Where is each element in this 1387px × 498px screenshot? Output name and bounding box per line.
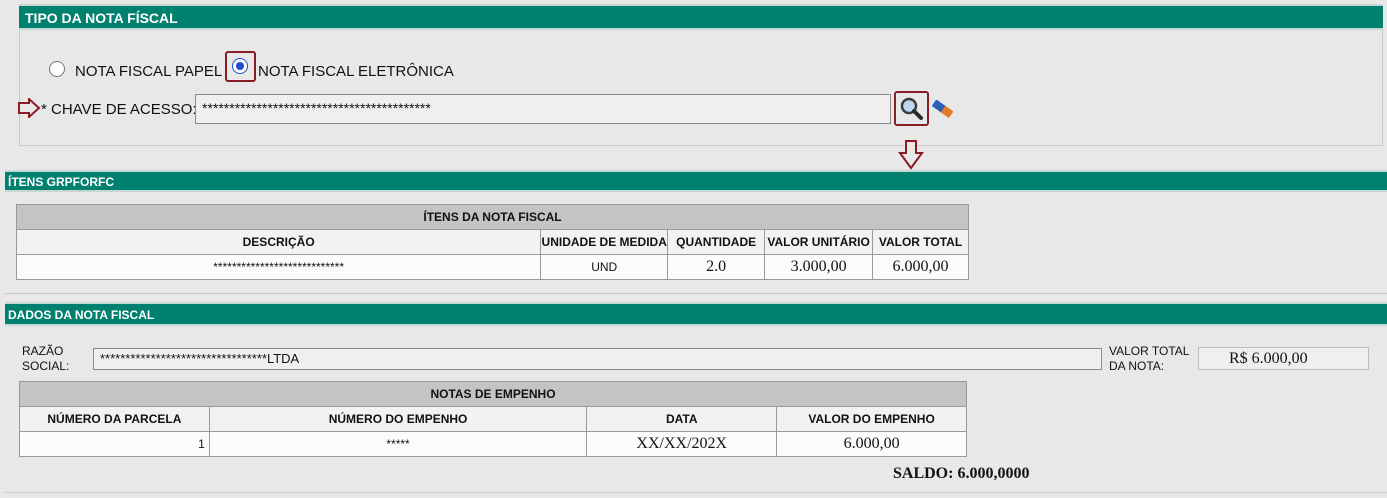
column-header: VALOR UNITÁRIO bbox=[764, 229, 874, 255]
data-cell: XX/XX/202X bbox=[586, 431, 778, 457]
valor-unitario-cell: 3.000,00 bbox=[764, 254, 874, 280]
itens-table-title: ÍTENS DA NOTA FISCAL bbox=[16, 204, 969, 230]
arrow-down-icon bbox=[898, 140, 924, 170]
column-header: DESCRIÇÃO bbox=[15, 229, 542, 255]
razao-label-line2: SOCIAL: bbox=[22, 359, 70, 373]
search-icon[interactable] bbox=[898, 96, 924, 122]
razao-social-field[interactable]: *********************************LTDA bbox=[93, 348, 1102, 370]
unidade-cell: UND bbox=[540, 254, 669, 280]
column-header: DATA bbox=[586, 406, 778, 432]
radio-label-papel: NOTA FISCAL PAPEL bbox=[75, 63, 223, 80]
tipo-panel bbox=[19, 28, 1383, 146]
empenho-table-title: NOTAS DE EMPENHO bbox=[19, 381, 967, 407]
radio-nota-eletronica[interactable] bbox=[232, 58, 248, 74]
chave-acesso-input[interactable]: ****************************************… bbox=[195, 94, 891, 124]
section-title-dados: DADOS DA NOTA FISCAL bbox=[8, 308, 155, 322]
table-row: 1 ***** XX/XX/202X 6.000,00 bbox=[19, 431, 967, 457]
empenho-table: NOTAS DE EMPENHO NÚMERO DA PARCELA NÚMER… bbox=[19, 381, 967, 457]
valor-total-cell: 6.000,00 bbox=[872, 254, 969, 280]
column-header: NÚMERO DA PARCELA bbox=[19, 406, 210, 432]
empenho-cell: ***** bbox=[208, 431, 588, 457]
column-header: QUANTIDADE bbox=[667, 229, 766, 255]
section-title-tipo: TIPO DA NOTA FÍSCAL bbox=[25, 10, 178, 26]
section-header-tipo: TIPO DA NOTA FÍSCAL bbox=[19, 4, 1383, 30]
eraser-icon[interactable] bbox=[930, 98, 956, 120]
divider bbox=[5, 492, 1387, 493]
divider bbox=[5, 293, 1387, 294]
quantidade-cell: 2.0 bbox=[667, 254, 766, 280]
chave-label: * CHAVE DE ACESSO: bbox=[41, 101, 197, 118]
parcela-cell: 1 bbox=[19, 431, 210, 457]
descricao-cell: **************************** bbox=[15, 254, 542, 280]
valor-total-field: R$ 6.000,00 bbox=[1198, 347, 1369, 370]
column-header: NÚMERO DO EMPENHO bbox=[208, 406, 588, 432]
column-header: VALOR DO EMPENHO bbox=[776, 406, 967, 432]
razao-label-line1: RAZÃO bbox=[22, 344, 64, 358]
section-header-itens: ÍTENS GRPFORFC bbox=[5, 170, 1387, 192]
arrow-right-icon bbox=[18, 98, 41, 118]
saldo-text: SALDO: 6.000,0000 bbox=[893, 465, 1030, 482]
table-row: **************************** UND 2.0 3.0… bbox=[15, 254, 969, 280]
column-header: UNIDADE DE MEDIDA bbox=[540, 229, 669, 255]
itens-table: ÍTENS DA NOTA FISCAL DESCRIÇÃO UNIDADE D… bbox=[15, 204, 969, 280]
column-header: VALOR TOTAL bbox=[872, 229, 969, 255]
radio-nota-papel[interactable] bbox=[49, 61, 65, 77]
valor-empenho-cell: 6.000,00 bbox=[776, 431, 967, 457]
section-header-dados: DADOS DA NOTA FISCAL bbox=[5, 302, 1387, 326]
radio-label-eletronica: NOTA FISCAL ELETRÔNICA bbox=[258, 63, 454, 80]
section-title-itens: ÍTENS GRPFORFC bbox=[8, 175, 115, 189]
valor-total-label-line1: VALOR TOTAL bbox=[1109, 344, 1190, 358]
valor-total-label-line2: DA NOTA: bbox=[1109, 359, 1165, 373]
